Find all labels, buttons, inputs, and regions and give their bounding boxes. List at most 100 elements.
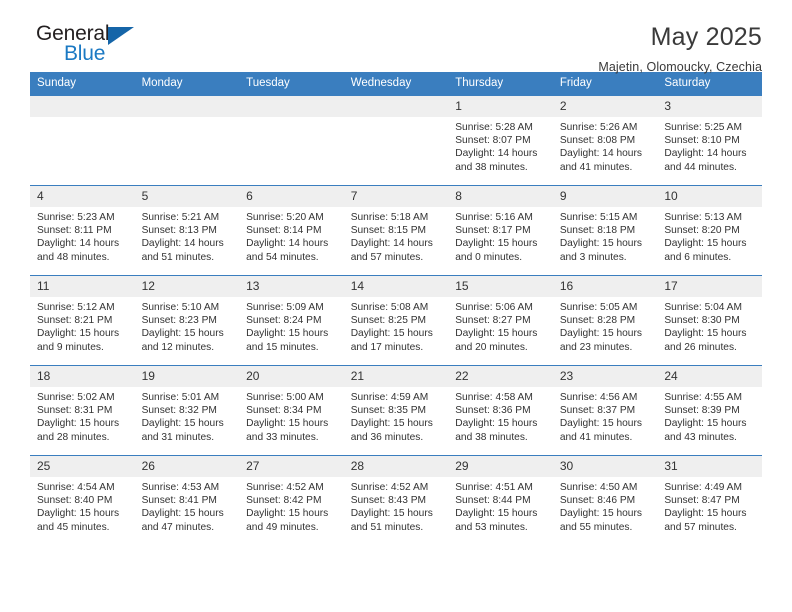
sunrise-text: Sunrise: 4:58 AM bbox=[455, 392, 533, 403]
sunset-text: Sunset: 8:17 PM bbox=[455, 225, 531, 237]
calendar-day-cell[interactable]: 15 Sunrise: 5:06 AM Sunset: 8:27 PM Dayligh… bbox=[448, 275, 553, 366]
sunrise-text: Sunrise: 5:04 AM bbox=[664, 302, 742, 313]
sunset-text: Sunset: 8:18 PM bbox=[559, 225, 636, 237]
sunrise-text: Sunrise: 5:08 AM bbox=[350, 302, 429, 313]
day-number bbox=[30, 96, 135, 117]
calendar-day-cell[interactable]: 12 Sunrise: 5:10 AM Sunset: 8:23 PM Dayligh… bbox=[134, 275, 240, 366]
daylight-text: Daylight: 15 hours and 20 minutes. bbox=[455, 328, 538, 353]
calendar-day-cell[interactable]: 30 Sunrise: 4:50 AM Sunset: 8:46 PM Dayligh… bbox=[552, 455, 658, 545]
calendar-day-cell[interactable]: 16 Sunrise: 5:05 AM Sunset: 8:28 PM Dayligh… bbox=[552, 275, 658, 366]
day-number: 26 bbox=[134, 456, 240, 477]
calendar-body: 1 Sunrise: 5:28 AM Sunset: 8:07 PM Daylight… bbox=[30, 96, 762, 545]
calendar-day-cell[interactable]: 29 Sunrise: 4:51 AM Sunset: 8:44 PM Dayligh… bbox=[448, 455, 553, 545]
sunrise-text: Sunrise: 5:28 AM bbox=[455, 122, 533, 133]
day-number: 23 bbox=[552, 366, 658, 387]
calendar-day-cell[interactable]: 14 Sunrise: 5:08 AM Sunset: 8:25 PM Dayligh… bbox=[343, 275, 449, 366]
day-details: Sunrise: 4:52 AM Sunset: 8:42 PM Daylight:… bbox=[239, 477, 344, 534]
day-details: Sunrise: 5:18 AM Sunset: 8:15 PM Daylight:… bbox=[344, 207, 449, 264]
calendar-page: General Blue May 2025 Majetin, Olomoucky… bbox=[0, 0, 792, 612]
sunset-text: Sunset: 8:07 PM bbox=[455, 135, 531, 147]
calendar-day-cell[interactable]: 8 Sunrise: 5:16 AM Sunset: 8:17 PM Daylight… bbox=[448, 185, 553, 276]
calendar-day-cell-empty bbox=[343, 96, 449, 186]
calendar-day-cell[interactable]: 7 Sunrise: 5:18 AM Sunset: 8:15 PM Daylight… bbox=[343, 185, 449, 276]
sunset-text: Sunset: 8:25 PM bbox=[350, 315, 427, 327]
calendar-day-cell[interactable]: 13 Sunrise: 5:09 AM Sunset: 8:24 PM Dayligh… bbox=[239, 275, 344, 366]
calendar-day-cell[interactable]: 24 Sunrise: 4:55 AM Sunset: 8:39 PM Dayligh… bbox=[657, 365, 762, 456]
day-details: Sunrise: 5:15 AM Sunset: 8:18 PM Daylight:… bbox=[553, 207, 658, 264]
calendar-day-cell[interactable]: 17 Sunrise: 5:04 AM Sunset: 8:30 PM Dayligh… bbox=[657, 275, 762, 366]
day-number: 19 bbox=[134, 366, 240, 387]
calendar-day-cell[interactable]: 2 Sunrise: 5:26 AM Sunset: 8:08 PM Daylight… bbox=[552, 96, 658, 186]
day-number: 18 bbox=[30, 366, 135, 387]
sunset-text: Sunset: 8:34 PM bbox=[246, 405, 322, 417]
sunset-text: Sunset: 8:32 PM bbox=[141, 405, 217, 417]
day-details: Sunrise: 5:01 AM Sunset: 8:32 PM Daylight:… bbox=[135, 387, 240, 444]
sunset-text: Sunset: 8:47 PM bbox=[664, 495, 740, 507]
calendar-day-cell[interactable]: 6 Sunrise: 5:20 AM Sunset: 8:14 PM Daylight… bbox=[239, 185, 344, 276]
calendar-day-cell[interactable]: 22 Sunrise: 4:58 AM Sunset: 8:36 PM Dayligh… bbox=[448, 365, 553, 456]
sunset-text: Sunset: 8:35 PM bbox=[350, 405, 427, 417]
day-number: 1 bbox=[448, 96, 553, 117]
calendar-week-row: 11 Sunrise: 5:12 AM Sunset: 8:21 PM Dayligh… bbox=[30, 275, 762, 366]
daylight-text: Daylight: 15 hours and 49 minutes. bbox=[246, 508, 329, 533]
daylight-text: Daylight: 15 hours and 41 minutes. bbox=[559, 418, 642, 443]
sunrise-text: Sunrise: 5:21 AM bbox=[141, 212, 220, 223]
sunrise-text: Sunrise: 4:59 AM bbox=[350, 392, 429, 403]
calendar-day-cell[interactable]: 28 Sunrise: 4:52 AM Sunset: 8:43 PM Dayligh… bbox=[343, 455, 449, 545]
sunset-text: Sunset: 8:37 PM bbox=[559, 405, 636, 417]
calendar-day-cell[interactable]: 19 Sunrise: 5:01 AM Sunset: 8:32 PM Dayligh… bbox=[134, 365, 240, 456]
calendar-day-cell[interactable]: 31 Sunrise: 4:49 AM Sunset: 8:47 PM Dayligh… bbox=[657, 455, 762, 545]
calendar-day-cell[interactable]: 20 Sunrise: 5:00 AM Sunset: 8:34 PM Dayligh… bbox=[239, 365, 344, 456]
calendar-day-cell[interactable]: 9 Sunrise: 5:15 AM Sunset: 8:18 PM Daylight… bbox=[552, 185, 658, 276]
daylight-text: Daylight: 15 hours and 36 minutes. bbox=[350, 418, 433, 443]
day-details: Sunrise: 5:04 AM Sunset: 8:30 PM Daylight:… bbox=[657, 297, 762, 354]
sunset-text: Sunset: 8:24 PM bbox=[246, 315, 322, 327]
calendar-day-cell[interactable]: 21 Sunrise: 4:59 AM Sunset: 8:35 PM Dayligh… bbox=[343, 365, 449, 456]
daylight-text: Daylight: 15 hours and 12 minutes. bbox=[141, 328, 224, 353]
sunrise-text: Sunrise: 5:15 AM bbox=[559, 212, 638, 223]
day-number: 21 bbox=[343, 366, 449, 387]
sunset-text: Sunset: 8:30 PM bbox=[664, 315, 740, 327]
sunset-text: Sunset: 8:15 PM bbox=[350, 225, 427, 237]
day-details: Sunrise: 4:56 AM Sunset: 8:37 PM Daylight:… bbox=[553, 387, 658, 444]
day-number: 10 bbox=[657, 186, 762, 207]
weekday-header-wednesday: Wednesday bbox=[343, 72, 449, 96]
calendar-day-cell[interactable]: 27 Sunrise: 4:52 AM Sunset: 8:42 PM Dayligh… bbox=[239, 455, 344, 545]
calendar-day-cell[interactable]: 4 Sunrise: 5:23 AM Sunset: 8:11 PM Daylight… bbox=[30, 185, 135, 276]
day-number: 4 bbox=[30, 186, 135, 207]
sunrise-text: Sunrise: 4:55 AM bbox=[664, 392, 742, 403]
day-details: Sunrise: 4:52 AM Sunset: 8:43 PM Daylight:… bbox=[344, 477, 449, 534]
sunset-text: Sunset: 8:44 PM bbox=[455, 495, 531, 507]
sunrise-text: Sunrise: 4:49 AM bbox=[664, 482, 742, 493]
calendar-day-cell[interactable]: 25 Sunrise: 4:54 AM Sunset: 8:40 PM Dayligh… bbox=[30, 455, 135, 545]
sunrise-text: Sunrise: 5:16 AM bbox=[455, 212, 533, 223]
day-details: Sunrise: 4:53 AM Sunset: 8:41 PM Daylight:… bbox=[135, 477, 240, 534]
sunrise-text: Sunrise: 5:06 AM bbox=[455, 302, 533, 313]
day-number: 2 bbox=[552, 96, 658, 117]
weekday-header-tuesday: Tuesday bbox=[239, 72, 344, 96]
day-details: Sunrise: 5:00 AM Sunset: 8:34 PM Daylight:… bbox=[239, 387, 344, 444]
day-number: 22 bbox=[448, 366, 553, 387]
daylight-text: Daylight: 15 hours and 38 minutes. bbox=[455, 418, 538, 443]
daylight-text: Daylight: 15 hours and 53 minutes. bbox=[455, 508, 538, 533]
sunrise-text: Sunrise: 4:51 AM bbox=[455, 482, 533, 493]
calendar-day-cell[interactable]: 23 Sunrise: 4:56 AM Sunset: 8:37 PM Dayligh… bbox=[552, 365, 658, 456]
daylight-text: Daylight: 15 hours and 43 minutes. bbox=[664, 418, 747, 443]
calendar-day-cell[interactable]: 1 Sunrise: 5:28 AM Sunset: 8:07 PM Daylight… bbox=[448, 96, 553, 186]
sunrise-text: Sunrise: 5:01 AM bbox=[141, 392, 220, 403]
calendar-day-cell[interactable]: 26 Sunrise: 4:53 AM Sunset: 8:41 PM Dayligh… bbox=[134, 455, 240, 545]
calendar-day-cell[interactable]: 5 Sunrise: 5:21 AM Sunset: 8:13 PM Daylight… bbox=[134, 185, 240, 276]
daylight-text: Daylight: 15 hours and 47 minutes. bbox=[141, 508, 224, 533]
daylight-text: Daylight: 15 hours and 6 minutes. bbox=[664, 238, 747, 263]
day-number: 27 bbox=[239, 456, 344, 477]
calendar-week-row: 1 Sunrise: 5:28 AM Sunset: 8:07 PM Daylight… bbox=[30, 96, 762, 186]
sunrise-text: Sunrise: 5:13 AM bbox=[664, 212, 742, 223]
calendar-day-cell[interactable]: 3 Sunrise: 5:25 AM Sunset: 8:10 PM Daylight… bbox=[657, 96, 762, 186]
general-blue-logo[interactable]: General Blue bbox=[30, 22, 150, 74]
calendar-table: Sunday Monday Tuesday Wednesday Thursday… bbox=[30, 72, 762, 545]
sunset-text: Sunset: 8:27 PM bbox=[455, 315, 531, 327]
calendar-day-cell[interactable]: 11 Sunrise: 5:12 AM Sunset: 8:21 PM Dayligh… bbox=[30, 275, 135, 366]
sunset-text: Sunset: 8:23 PM bbox=[141, 315, 217, 327]
calendar-day-cell[interactable]: 10 Sunrise: 5:13 AM Sunset: 8:20 PM Dayligh… bbox=[657, 185, 762, 276]
calendar-day-cell[interactable]: 18 Sunrise: 5:02 AM Sunset: 8:31 PM Dayligh… bbox=[30, 365, 135, 456]
